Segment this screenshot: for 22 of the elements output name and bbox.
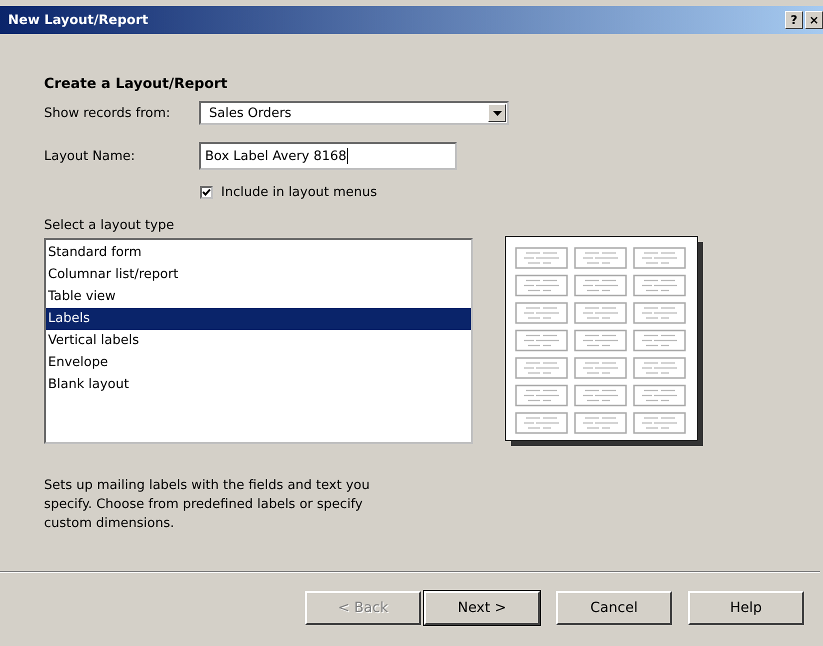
checkbox-label[interactable]: Include in layout menus: [221, 185, 378, 200]
records-dropdown[interactable]: Sales Orders: [199, 101, 509, 125]
field-label: Show records from:: [44, 106, 172, 120]
dialog-button[interactable]: Help: [688, 591, 804, 625]
list-item[interactable]: Standard form: [46, 242, 471, 264]
list-item[interactable]: Blank layout: [46, 374, 471, 396]
help-button[interactable]: ?: [785, 11, 803, 29]
field-label: Layout Name:: [44, 148, 136, 164]
list-item[interactable]: Labels: [46, 308, 471, 330]
description-text: Sets up mailing labels with the fields and text you specify. Choose from predefined labels or specify custom dimensions.: [44, 477, 371, 533]
section-heading: Create a Layout/Report: [44, 76, 228, 94]
layout-name-field[interactable]: Box Label Avery 8168: [199, 142, 457, 170]
list-label: Select a layout type: [44, 218, 176, 233]
window-title: New Layout/Report: [8, 12, 148, 28]
checkbox[interactable]: [200, 186, 213, 199]
list-item[interactable]: Columnar list/report: [46, 264, 471, 286]
list-item[interactable]: Table view: [46, 286, 471, 308]
dialog-button[interactable]: Next >: [424, 591, 540, 625]
close-button[interactable]: ×: [805, 11, 823, 29]
list-item[interactable]: Envelope: [46, 352, 471, 374]
list-item[interactable]: Vertical labels: [46, 330, 471, 352]
dialog-button[interactable]: Cancel: [556, 591, 672, 625]
